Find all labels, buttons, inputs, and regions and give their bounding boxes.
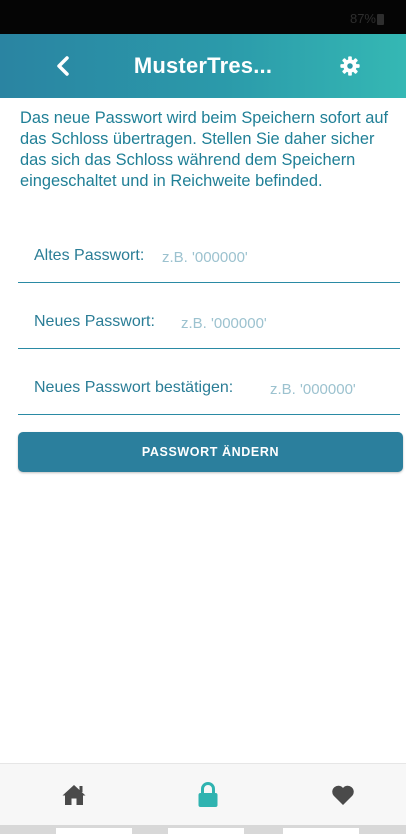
lock-icon — [198, 782, 218, 807]
chevron-left-icon — [57, 56, 69, 76]
gesture-segment — [56, 828, 132, 834]
status-bar: 87% — [0, 0, 406, 34]
battery-icon — [377, 14, 384, 25]
new-password-field: Neues Passwort: — [18, 303, 400, 349]
nav-lock[interactable] — [188, 780, 228, 810]
back-button[interactable] — [46, 48, 80, 84]
heart-icon — [332, 785, 354, 805]
gesture-segment — [283, 828, 359, 834]
battery-percentage: 87% — [349, 11, 376, 26]
page-title: MusterTres... — [133, 53, 273, 78]
gesture-segment — [168, 828, 244, 834]
old-password-label: Altes Passwort: — [34, 247, 145, 264]
change-password-button[interactable]: PASSWORT ÄNDERN — [18, 432, 403, 472]
bottom-nav — [0, 763, 406, 825]
settings-button[interactable] — [334, 50, 366, 82]
app-header: MusterTres... — [0, 34, 406, 98]
confirm-password-input[interactable] — [270, 377, 400, 401]
confirm-password-field: Neues Passwort bestätigen: — [18, 369, 400, 415]
new-password-label: Neues Passwort: — [34, 313, 155, 330]
confirm-password-label: Neues Passwort bestätigen: — [34, 379, 234, 396]
info-text: Das neue Passwort wird beim Speichern so… — [20, 109, 389, 190]
gear-icon — [340, 56, 360, 76]
system-gesture-bar — [0, 825, 406, 834]
nav-home[interactable] — [54, 780, 94, 810]
old-password-field: Altes Passwort: — [18, 237, 400, 283]
home-icon — [62, 785, 86, 805]
nav-favorites[interactable] — [323, 780, 363, 810]
old-password-input[interactable] — [162, 245, 382, 269]
new-password-input[interactable] — [181, 311, 381, 335]
